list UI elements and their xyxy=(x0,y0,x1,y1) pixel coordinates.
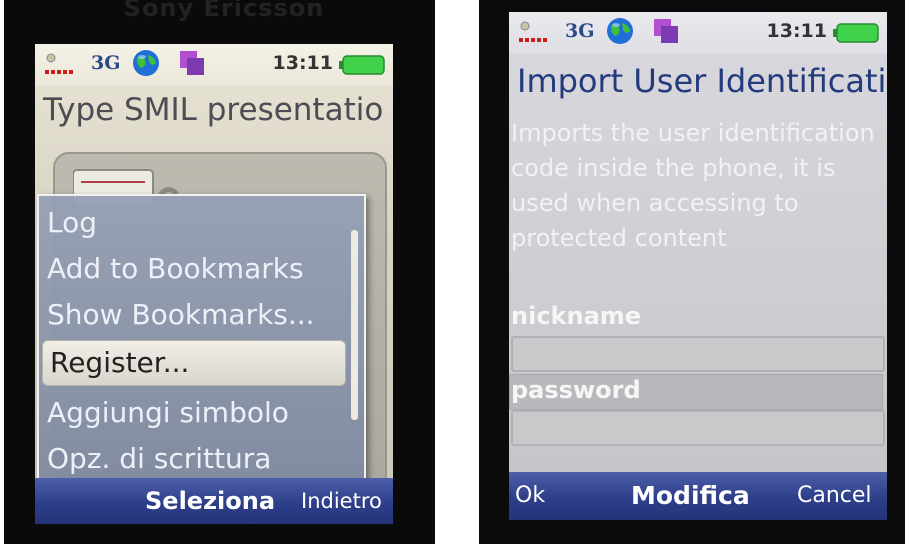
nickname-label: nickname xyxy=(511,302,642,330)
clock: 13:11 xyxy=(272,52,333,74)
screen-title: Import User Identificati xyxy=(517,62,887,100)
multimedia-message-icon xyxy=(654,19,678,43)
right-screen: 3G 13:11 Import User Identificati Import… xyxy=(509,12,887,520)
multimedia-message-icon xyxy=(180,51,204,75)
menu-item-register[interactable]: Register... xyxy=(42,340,346,386)
softkey-bar: Seleziona Indietro xyxy=(35,478,393,524)
globe-icon xyxy=(133,50,159,76)
softkey-bar: Ok Modifica Cancel xyxy=(509,472,887,520)
menu-scrollbar[interactable] xyxy=(351,230,358,420)
password-label: password xyxy=(511,376,641,404)
menu-item-opz-di-scrittura[interactable]: Opz. di scrittura xyxy=(39,436,352,482)
softkey-cancel[interactable]: Cancel xyxy=(797,472,872,520)
menu-item-aggiungi-simbolo[interactable]: Aggiungi simbolo xyxy=(39,390,352,436)
menu-item-add-to-bookmarks[interactable]: Add to Bookmarks xyxy=(39,246,352,292)
menu-item-show-bookmarks[interactable]: Show Bookmarks... xyxy=(39,292,352,338)
network-type-label: 3G xyxy=(565,20,595,42)
status-bar: 3G 13:11 xyxy=(509,12,887,54)
left-screen: 3G 13:11 Type SMIL presentatio Log Add t… xyxy=(35,44,393,524)
menu-item-log[interactable]: Log xyxy=(39,200,352,246)
softkey-back[interactable]: Indietro xyxy=(301,478,382,524)
screen-title: Type SMIL presentatio xyxy=(43,92,384,128)
clock: 13:11 xyxy=(766,20,827,42)
description-text: Imports the user identification code ins… xyxy=(511,119,875,252)
signal-strength-icon xyxy=(519,21,547,42)
brand-logo: Sony Ericsson xyxy=(123,0,325,22)
softkey-select[interactable]: Seleziona xyxy=(145,478,275,524)
network-type-label: 3G xyxy=(91,52,121,74)
options-menu: Log Add to Bookmarks Show Bookmarks... R… xyxy=(37,194,366,492)
globe-icon xyxy=(607,18,633,44)
nickname-field[interactable] xyxy=(511,336,885,372)
softkey-edit[interactable]: Modifica xyxy=(631,472,750,520)
right-phone: 3G 13:11 Import User Identificati Import… xyxy=(479,0,905,544)
password-field[interactable] xyxy=(511,410,885,446)
status-bar: 3G 13:11 xyxy=(35,44,393,86)
left-phone: Sony Ericsson 3G 13:11 Type SMIL present… xyxy=(4,0,435,544)
signal-strength-icon xyxy=(45,53,73,74)
softkey-ok[interactable]: Ok xyxy=(515,472,545,520)
battery-icon xyxy=(833,23,879,43)
battery-icon xyxy=(339,55,385,75)
